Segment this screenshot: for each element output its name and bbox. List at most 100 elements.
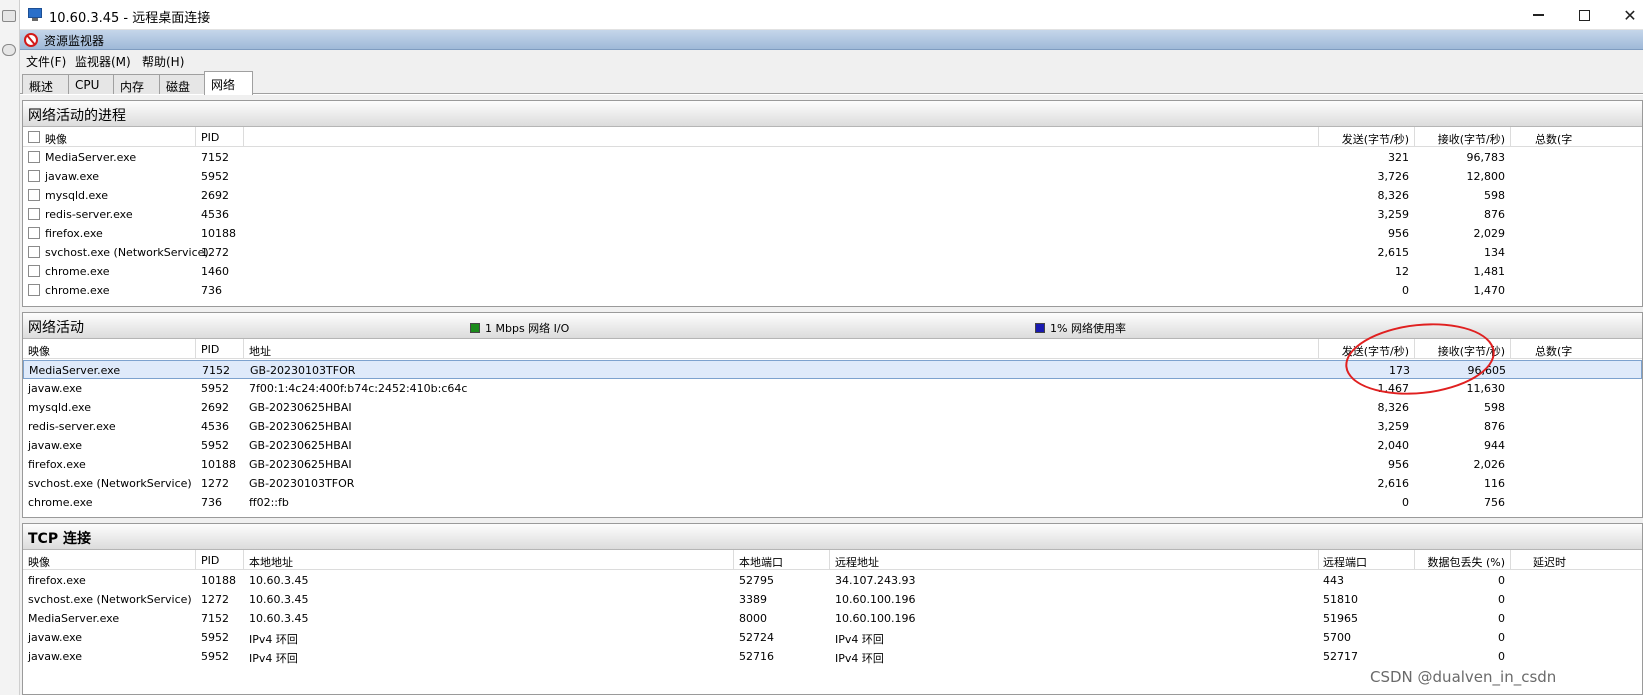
table-row[interactable]: firefox.exe 10188 10.60.3.45 52795 34.107.24… bbox=[23, 571, 1642, 590]
cell-send: 3,259 bbox=[1377, 208, 1410, 221]
cell-pid: 5952 bbox=[201, 439, 229, 452]
row-checkbox[interactable] bbox=[28, 189, 40, 201]
legend-network-io: 1 Mbps 网络 I/O bbox=[470, 320, 569, 336]
col-pid[interactable]: PID bbox=[201, 343, 219, 356]
processes-section-header[interactable]: 网络活动的进程 bbox=[23, 101, 1642, 127]
row-checkbox[interactable] bbox=[28, 208, 40, 220]
remote-desktop-icon bbox=[28, 8, 42, 21]
cell-image: svchost.exe (NetworkService) bbox=[28, 477, 192, 490]
host-app-icon-2 bbox=[2, 44, 16, 56]
menu-bar: 文件(F) 监视器(M) 帮助(H) bbox=[20, 50, 1643, 70]
table-row[interactable]: javaw.exe 5952 IPv4 环回 52716 IPv4 环回 52717 0 bbox=[23, 647, 1642, 666]
minimize-button[interactable] bbox=[1515, 0, 1561, 30]
table-row[interactable]: chrome.exe 736 0 1,470 bbox=[23, 281, 1642, 300]
select-all-checkbox[interactable] bbox=[28, 131, 40, 143]
legend-usage-label: 1% 网络使用率 bbox=[1050, 322, 1126, 335]
row-checkbox[interactable] bbox=[28, 265, 40, 277]
cell-remote-port: 51810 bbox=[1323, 593, 1358, 606]
table-row[interactable]: javaw.exe 5952 GB-20230625HBAI 2,040 944 bbox=[23, 436, 1642, 455]
cell-pid: 5952 bbox=[201, 631, 229, 644]
cell-image: MediaServer.exe bbox=[45, 151, 137, 164]
col-address[interactable]: 地址 bbox=[249, 343, 271, 359]
table-row[interactable]: chrome.exe 1460 12 1,481 bbox=[23, 262, 1642, 281]
cell-packet-loss: 0 bbox=[1498, 631, 1505, 644]
table-row[interactable]: MediaServer.exe 7152 10.60.3.45 8000 10.60.1… bbox=[23, 609, 1642, 628]
col-latency[interactable]: 延迟时 bbox=[1533, 554, 1566, 570]
row-checkbox[interactable] bbox=[28, 284, 40, 296]
col-local-port[interactable]: 本地端口 bbox=[739, 554, 783, 570]
tcp-section-header[interactable]: TCP 连接 bbox=[23, 524, 1642, 550]
table-row[interactable]: firefox.exe 10188 GB-20230625HBAI 956 2,026 bbox=[23, 455, 1642, 474]
row-checkbox[interactable] bbox=[28, 227, 40, 239]
col-send[interactable]: 发送(字节/秒) bbox=[1321, 131, 1409, 147]
table-row[interactable]: redis-server.exe 4536 3,259 876 bbox=[23, 205, 1642, 224]
cell-receive: 116 bbox=[1484, 477, 1505, 490]
cell-local-address: IPv4 环回 bbox=[249, 652, 298, 665]
cell-remote-address: 34.107.243.93 bbox=[835, 574, 916, 587]
table-row[interactable]: svchost.exe (NetworkService) 1272 GB-20230… bbox=[23, 474, 1642, 493]
legend-usage-swatch bbox=[1035, 323, 1045, 333]
row-checkbox[interactable] bbox=[28, 170, 40, 182]
table-row[interactable]: javaw.exe 5952 IPv4 环回 52724 IPv4 环回 5700 0 bbox=[23, 628, 1642, 647]
cell-send: 956 bbox=[1388, 458, 1409, 471]
row-checkbox[interactable] bbox=[28, 246, 40, 258]
cell-image: svchost.exe (NetworkService) bbox=[28, 593, 192, 606]
table-row[interactable]: chrome.exe 736 ff02::fb 0 756 bbox=[23, 493, 1642, 512]
cell-receive: 598 bbox=[1484, 189, 1505, 202]
row-checkbox[interactable] bbox=[28, 151, 40, 163]
tab-disk[interactable]: 磁盘 bbox=[159, 74, 205, 94]
table-row[interactable]: svchost.exe (NetworkService) 1272 10.60.3.… bbox=[23, 590, 1642, 609]
table-row[interactable]: MediaServer.exe 7152 321 96,783 bbox=[23, 148, 1642, 167]
cell-image: mysqld.exe bbox=[28, 401, 91, 414]
col-image[interactable]: 映像 bbox=[28, 554, 50, 570]
tab-overview[interactable]: 概述 bbox=[22, 74, 69, 94]
col-local-address[interactable]: 本地地址 bbox=[249, 554, 293, 570]
table-row[interactable]: mysqld.exe 2692 GB-20230625HBAI 8,326 598 bbox=[23, 398, 1642, 417]
menu-monitor[interactable]: 监视器(M) bbox=[75, 53, 131, 70]
col-pid[interactable]: PID bbox=[201, 131, 219, 144]
cell-image: chrome.exe bbox=[45, 265, 110, 278]
col-image[interactable]: 映像 bbox=[45, 131, 67, 147]
tab-network[interactable]: 网络 bbox=[204, 71, 253, 95]
processes-column-header: 映像 PID 发送(字节/秒) 接收(字节/秒) 总数(字 bbox=[23, 127, 1642, 147]
legend-network-usage: 1% 网络使用率 bbox=[1035, 320, 1126, 336]
col-packet-loss[interactable]: 数据包丢失 (%) bbox=[1417, 554, 1505, 570]
cell-receive: 876 bbox=[1484, 420, 1505, 433]
cell-image: firefox.exe bbox=[28, 458, 86, 471]
maximize-button[interactable] bbox=[1561, 0, 1607, 30]
cell-remote-address: 10.60.100.196 bbox=[835, 612, 916, 625]
close-button[interactable]: ✕ bbox=[1607, 0, 1643, 30]
rdp-title-bar: 10.60.3.45 - 远程桌面连接 ✕ bbox=[20, 0, 1643, 30]
table-row[interactable]: svchost.exe (NetworkService) 1272 2,615 134 bbox=[23, 243, 1642, 262]
col-pid[interactable]: PID bbox=[201, 554, 219, 567]
cell-receive: 598 bbox=[1484, 401, 1505, 414]
cell-remote-port: 443 bbox=[1323, 574, 1344, 587]
menu-help[interactable]: 帮助(H) bbox=[142, 53, 184, 70]
col-total[interactable]: 总数(字 bbox=[1535, 343, 1572, 359]
cell-pid: 1272 bbox=[201, 593, 229, 606]
cell-image: redis-server.exe bbox=[28, 420, 116, 433]
cell-send: 12 bbox=[1395, 265, 1409, 278]
table-row[interactable]: javaw.exe 5952 3,726 12,800 bbox=[23, 167, 1642, 186]
col-remote-port[interactable]: 远程端口 bbox=[1323, 554, 1367, 570]
cell-send: 8,326 bbox=[1377, 401, 1410, 414]
minimize-icon bbox=[1532, 14, 1544, 16]
cell-send: 2,616 bbox=[1377, 477, 1410, 490]
col-total[interactable]: 总数(字 bbox=[1535, 131, 1572, 147]
table-row[interactable]: redis-server.exe 4536 GB-20230625HBAI 3,259… bbox=[23, 417, 1642, 436]
tab-memory[interactable]: 内存 bbox=[113, 74, 160, 94]
cell-remote-port: 5700 bbox=[1323, 631, 1351, 644]
cell-pid: 10188 bbox=[201, 574, 236, 587]
col-receive[interactable]: 接收(字节/秒) bbox=[1417, 131, 1505, 147]
table-row[interactable]: firefox.exe 10188 956 2,029 bbox=[23, 224, 1642, 243]
cell-image: mysqld.exe bbox=[45, 189, 108, 202]
cell-packet-loss: 0 bbox=[1498, 650, 1505, 663]
cell-local-port: 52716 bbox=[739, 650, 774, 663]
tab-cpu[interactable]: CPU bbox=[68, 74, 114, 94]
col-remote-address[interactable]: 远程地址 bbox=[835, 554, 879, 570]
cell-local-address: 10.60.3.45 bbox=[249, 612, 309, 625]
menu-file[interactable]: 文件(F) bbox=[26, 53, 66, 70]
col-image[interactable]: 映像 bbox=[28, 343, 50, 359]
table-row[interactable]: mysqld.exe 2692 8,326 598 bbox=[23, 186, 1642, 205]
cell-image: javaw.exe bbox=[45, 170, 100, 183]
